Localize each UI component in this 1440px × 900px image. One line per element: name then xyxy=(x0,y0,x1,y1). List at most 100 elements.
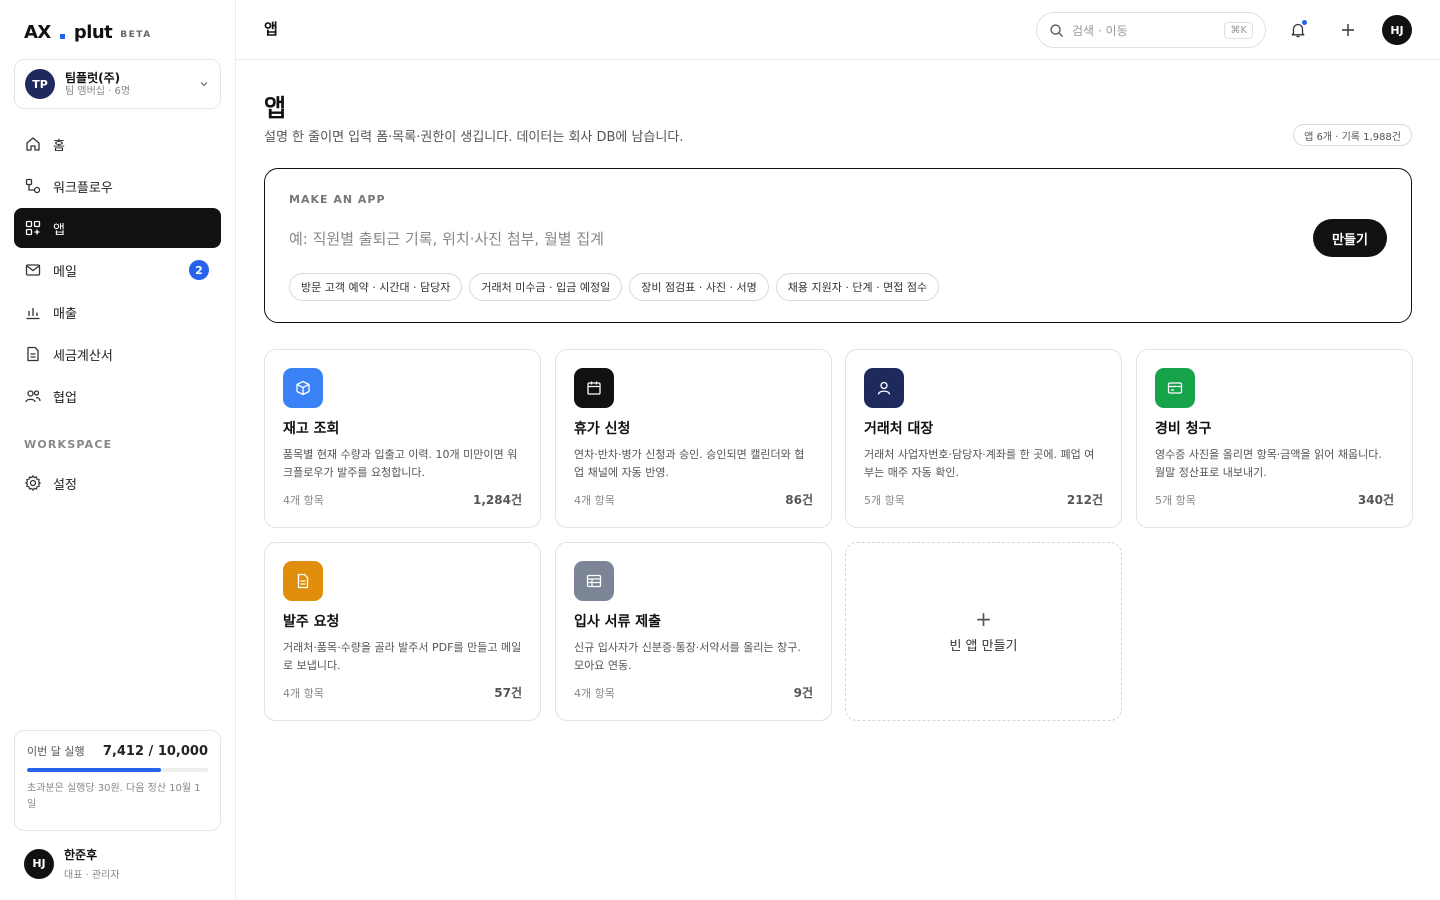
user-role: 대표 · 관리자 xyxy=(64,870,120,881)
usage-note: 초과분은 실행당 30원. 다음 정산 10월 1일 xyxy=(27,783,201,810)
workspace-nav: 설정 xyxy=(14,463,221,505)
topbar: 앱 검색 · 이동 ⌘K HJ xyxy=(236,0,1440,60)
box-icon xyxy=(296,380,310,396)
usage-card: 이번 달 실행 7,412 / 10,000 초과분은 실행당 30원. 다음 … xyxy=(14,730,221,831)
sidebar-item-mail[interactable]: 메일 2 xyxy=(14,250,221,290)
make-app-kicker: MAKE AN APP xyxy=(289,193,386,206)
user-profile[interactable]: HJ 한준후 대표 · 관리자 xyxy=(24,846,120,881)
app-title: 입사 서류 제출 xyxy=(574,614,662,630)
sidebar-item-apps[interactable]: 앱 xyxy=(14,208,221,248)
app-record-count: 340건 xyxy=(1357,493,1394,507)
app-title: 휴가 신청 xyxy=(574,421,631,437)
search-placeholder: 검색 · 이동 xyxy=(1072,23,1128,38)
team-switcher[interactable]: TP 팀플럿(주) 팀 멤버십 · 6명 xyxy=(14,59,221,109)
app-card-purchase-order[interactable]: 발주 요청 거래처·품목·수량을 골라 발주서 PDF를 만들고 메일로 보냅니… xyxy=(264,542,541,721)
suggestion-chip[interactable]: 장비 점검표 · 사진 · 서명 xyxy=(629,273,769,301)
table-icon xyxy=(586,574,602,588)
apps-stat-badge: 앱 6개 · 기록 1,988건 xyxy=(1293,124,1412,146)
app-description: 거래처·품목·수량을 골라 발주서 PDF를 만들고 메일로 보냅니다. xyxy=(283,641,522,672)
make-app-panel: MAKE AN APP 예: 직원별 출퇴근 기록, 위치·사진 첨부, 월별 … xyxy=(264,168,1412,323)
create-blank-app-card[interactable]: + 빈 앱 만들기 xyxy=(845,542,1122,721)
app-icon-tile xyxy=(283,561,323,601)
suggestion-chip[interactable]: 방문 고객 예약 · 시간대 · 담당자 xyxy=(289,273,463,301)
sidebar-item-label: 설정 xyxy=(53,477,77,493)
calendar-icon xyxy=(587,381,601,395)
usage-label: 이번 달 실행 xyxy=(27,745,85,758)
topbar-avatar[interactable]: HJ xyxy=(1382,15,1412,45)
app-description: 품목별 현재 수량과 입출고 이력. 10개 미만이면 워크플로우가 발주를 요… xyxy=(283,448,518,479)
sidebar-item-label: 메일 xyxy=(53,264,77,280)
usage-progress-fill xyxy=(27,768,162,772)
app-card-vendors[interactable]: 거래처 대장 거래처 사업자번호·담당자·계좌를 한 곳에. 폐업 여부는 매주… xyxy=(845,349,1122,528)
sidebar-item-label: 매출 xyxy=(53,306,77,322)
user-avatar: HJ xyxy=(24,848,54,879)
app-field-count: 4개 항목 xyxy=(574,687,615,700)
app-description: 영수증 사진을 올리면 항목·금액을 읽어 채웁니다. 월말 정산표로 내보내기… xyxy=(1155,448,1382,479)
sidebar-item-label: 워크플로우 xyxy=(53,180,113,196)
app-title: 거래처 대장 xyxy=(864,421,934,437)
sidebar-item-sales[interactable]: 매출 xyxy=(14,292,221,332)
sidebar-item-settings[interactable]: 설정 xyxy=(14,463,221,503)
team-avatar: TP xyxy=(25,69,55,99)
app-description: 연차·반차·병가 신청과 승인. 승인되면 캘린더와 협업 채널에 자동 반영. xyxy=(574,448,805,479)
sidebar-item-tax-invoice[interactable]: 세금계산서 xyxy=(14,334,221,374)
app-icon-tile xyxy=(864,368,904,408)
file-icon xyxy=(297,573,309,589)
app-field-count: 5개 항목 xyxy=(1155,494,1196,507)
page-description: 설명 한 줄이면 입력 폼·목록·권한이 생깁니다. 데이터는 회사 DB에 남… xyxy=(264,130,684,145)
plus-icon: + xyxy=(975,607,992,631)
search-input[interactable]: 검색 · 이동 ⌘K xyxy=(1036,12,1266,48)
app-icon-tile xyxy=(283,368,323,408)
mail-icon xyxy=(25,264,41,276)
users-icon xyxy=(25,390,41,403)
app-card-expenses[interactable]: 경비 청구 영수증 사진을 올리면 항목·금액을 읽어 채웁니다. 월말 정산표… xyxy=(1136,349,1413,528)
suggestion-chip[interactable]: 거래처 미수금 · 입금 예정일 xyxy=(469,273,623,301)
app-card-leave[interactable]: 휴가 신청 연차·반차·병가 신청과 승인. 승인되면 캘린더와 협업 채널에 … xyxy=(555,349,832,528)
sidebar: AX plut BETA TP 팀플럿(주) 팀 멤버십 · 6명 홈 워크플로… xyxy=(0,0,236,900)
sidebar-item-home[interactable]: 홈 xyxy=(14,124,221,164)
app-description-input[interactable]: 예: 직원별 출퇴근 기록, 위치·사진 첨부, 월별 집계 xyxy=(289,228,604,249)
make-button[interactable]: 만들기 xyxy=(1313,219,1387,257)
workflow-icon xyxy=(25,178,41,194)
usage-progress-bar xyxy=(27,768,208,772)
app-card-onboarding-docs[interactable]: 입사 서류 제출 신규 입사자가 신분증·통장·서약서를 올리는 창구. 모아요… xyxy=(555,542,832,721)
app-record-count: 212건 xyxy=(1066,493,1103,507)
sidebar-item-label: 세금계산서 xyxy=(53,348,113,364)
person-icon xyxy=(877,381,891,395)
app-field-count: 4개 항목 xyxy=(283,687,324,700)
bar-chart-icon xyxy=(26,308,40,320)
apps-icon xyxy=(25,220,41,236)
mail-unread-badge: 2 xyxy=(189,260,209,280)
app-icon-tile xyxy=(574,561,614,601)
breadcrumb: 앱 xyxy=(264,20,278,38)
app-field-count: 4개 항목 xyxy=(283,494,324,507)
search-shortcut: ⌘K xyxy=(1224,21,1253,39)
app-title: 발주 요청 xyxy=(283,614,340,630)
notifications-button[interactable] xyxy=(1286,18,1310,42)
app-icon-tile xyxy=(1155,368,1195,408)
brand-logo[interactable]: AX plut BETA xyxy=(24,20,152,44)
app-title: 재고 조회 xyxy=(283,421,340,437)
brand-name-left: AX xyxy=(24,21,51,43)
app-description: 거래처 사업자번호·담당자·계좌를 한 곳에. 폐업 여부는 매주 자동 확인. xyxy=(864,448,1095,479)
document-icon xyxy=(27,346,39,362)
sidebar-item-workflow[interactable]: 워크플로우 xyxy=(14,166,221,206)
app-description: 신규 입사자가 신분증·통장·서약서를 올리는 창구. 모아요 연동. xyxy=(574,641,801,672)
app-title: 경비 청구 xyxy=(1155,421,1212,437)
app-card-inventory[interactable]: 재고 조회 품목별 현재 수량과 입출고 이력. 10개 미만이면 워크플로우가… xyxy=(264,349,541,528)
team-membership: 팀 멤버십 · 6명 xyxy=(65,85,131,97)
create-blank-app-label: 빈 앱 만들기 xyxy=(949,639,1018,654)
gear-icon xyxy=(25,475,41,491)
sidebar-item-label: 협업 xyxy=(53,390,77,406)
sidebar-item-collab[interactable]: 협업 xyxy=(14,376,221,416)
add-button[interactable] xyxy=(1336,18,1360,42)
brand-dot xyxy=(59,33,65,39)
sidebar-item-label: 앱 xyxy=(53,222,65,238)
suggestion-chip[interactable]: 채용 지원자 · 단계 · 면접 점수 xyxy=(775,273,940,301)
app-record-count: 57건 xyxy=(494,686,522,700)
plus-icon xyxy=(1342,24,1354,36)
app-record-count: 86건 xyxy=(785,493,813,507)
page-title: 앱 xyxy=(264,94,287,122)
app-field-count: 4개 항목 xyxy=(574,494,615,507)
app-icon-tile xyxy=(574,368,614,408)
